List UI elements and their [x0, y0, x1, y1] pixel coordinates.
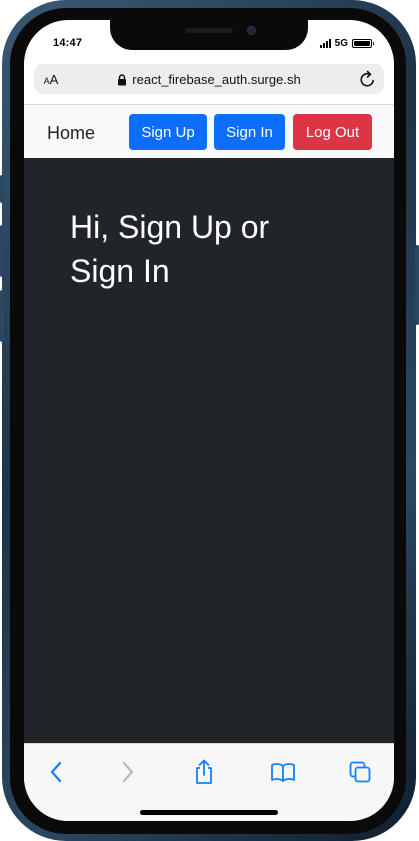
- volume-down-button: [0, 290, 4, 342]
- volume-up-button: [0, 225, 4, 277]
- nav-home-link[interactable]: Home: [47, 123, 95, 144]
- reload-icon[interactable]: [350, 70, 384, 88]
- front-camera: [247, 26, 256, 35]
- url-text: react_firebase_auth.surge.sh: [132, 71, 301, 87]
- battery-icon: [352, 39, 374, 48]
- phone-screen: 14:47 5G A A react_firebase_auth.surge.s…: [24, 20, 394, 821]
- home-indicator[interactable]: [140, 810, 278, 815]
- sign-up-button[interactable]: Sign Up: [129, 114, 207, 150]
- cellular-signal-icon: [319, 39, 331, 48]
- sign-in-button[interactable]: Sign In: [214, 114, 285, 150]
- status-time: 14:47: [53, 37, 83, 49]
- speaker-grille: [185, 28, 233, 33]
- share-icon[interactable]: [190, 758, 218, 786]
- text-size-big-glyph: A: [49, 71, 59, 87]
- welcome-heading: Hi, Sign Up or Sign In: [70, 209, 270, 289]
- network-type-label: 5G: [334, 38, 348, 49]
- address-bar[interactable]: A A react_firebase_auth.surge.sh: [34, 64, 384, 94]
- text-size-button[interactable]: A A: [34, 72, 68, 87]
- site-navbar: Home Sign Up Sign In Log Out: [24, 104, 394, 158]
- url-display[interactable]: react_firebase_auth.surge.sh: [68, 72, 350, 87]
- status-indicators: 5G: [319, 38, 374, 49]
- back-icon[interactable]: [42, 758, 70, 786]
- tabs-icon[interactable]: [346, 758, 374, 786]
- log-out-button[interactable]: Log Out: [293, 114, 372, 150]
- forward-icon[interactable]: [114, 758, 142, 786]
- main-content: Hi, Sign Up or Sign In: [24, 158, 394, 743]
- power-button: [415, 245, 419, 325]
- action-button: [0, 175, 4, 203]
- browser-toolbar: [24, 743, 394, 821]
- lock-icon: [117, 73, 127, 86]
- bookmarks-icon[interactable]: [269, 758, 297, 786]
- notch: [110, 20, 308, 50]
